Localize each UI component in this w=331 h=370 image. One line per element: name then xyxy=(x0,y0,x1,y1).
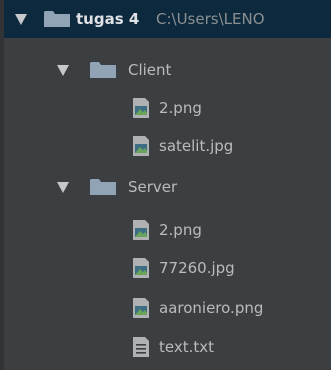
root-folder-label: tugas 4 xyxy=(76,10,140,28)
file-label: text.txt xyxy=(159,338,215,356)
tree-row-file[interactable]: text.txt xyxy=(4,328,331,366)
folder-icon xyxy=(90,51,116,89)
file-label: 2.png xyxy=(159,221,202,239)
expand-arrow-icon[interactable] xyxy=(56,168,70,206)
tree-row-file[interactable]: satelit.jpg xyxy=(4,127,331,165)
tree-row-file[interactable]: 2.png xyxy=(4,89,331,127)
root-folder-path: C:\Users\LENO xyxy=(156,10,265,28)
text-file-icon xyxy=(132,328,150,366)
file-label: 77260.jpg xyxy=(159,259,235,277)
tree-row-folder-server[interactable]: Server xyxy=(4,168,331,206)
image-file-icon xyxy=(132,89,150,127)
file-label: satelit.jpg xyxy=(159,137,234,155)
tree-row-folder-client[interactable]: Client xyxy=(4,51,331,89)
image-file-icon xyxy=(132,127,150,165)
folder-icon xyxy=(90,168,116,206)
tree-row-root[interactable]: tugas 4 C:\Users\LENO xyxy=(4,0,331,38)
tree-row-file[interactable]: 2.png xyxy=(4,211,331,249)
tree-row-file[interactable]: 77260.jpg xyxy=(4,249,331,287)
folder-label: Client xyxy=(128,61,172,79)
project-tree: tugas 4 C:\Users\LENO Client 2.png satel… xyxy=(0,0,331,370)
tree-row-file[interactable]: aaroniero.png xyxy=(4,289,331,327)
image-file-icon xyxy=(132,289,150,327)
file-label: aaroniero.png xyxy=(159,299,264,317)
file-label: 2.png xyxy=(159,99,202,117)
image-file-icon xyxy=(132,249,150,287)
expand-arrow-icon[interactable] xyxy=(56,51,70,89)
folder-icon xyxy=(44,0,70,38)
image-file-icon xyxy=(132,211,150,249)
expand-arrow-icon[interactable] xyxy=(14,0,28,38)
folder-label: Server xyxy=(128,178,178,196)
